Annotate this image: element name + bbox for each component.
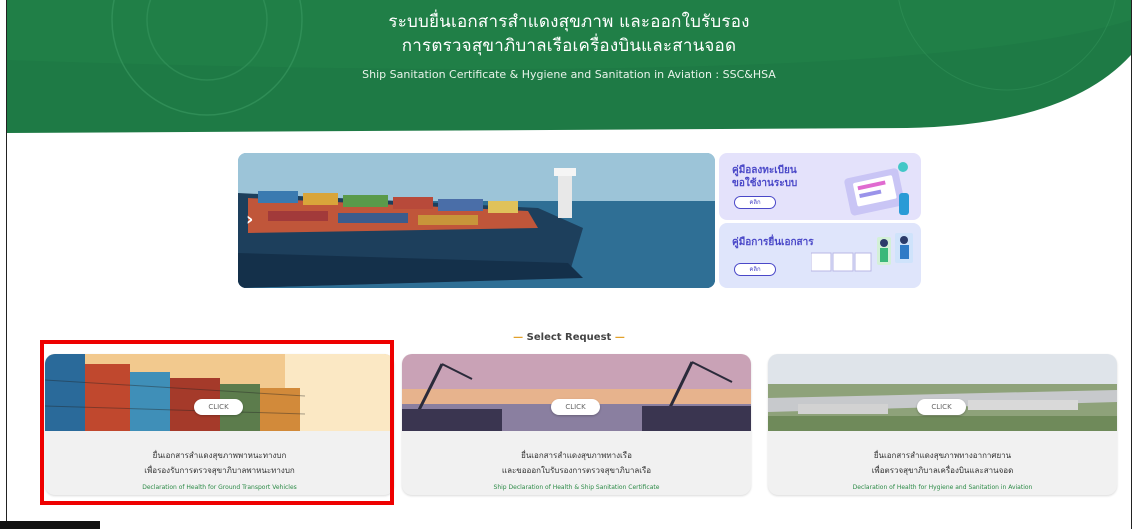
manual-registration-button[interactable]: คลิก <box>734 196 776 209</box>
manual-registration-title-line2: ขอใช้งานระบบ <box>732 178 798 189</box>
airport-image <box>768 354 1117 431</box>
ship-port-image <box>402 354 751 431</box>
heading-dash-left: — <box>513 332 524 343</box>
highlight-box <box>40 340 394 505</box>
manual-registration-title-line1: คู่มือลงทะเบียน <box>732 165 797 176</box>
documents-illustration-icon <box>811 233 913 272</box>
heading-dash-right: — <box>614 332 625 343</box>
manual-document-button[interactable]: คลิก <box>734 263 776 276</box>
card-ship-subtitle: Ship Declaration of Health & Ship Sanita… <box>493 484 660 491</box>
header-title-en: Ship Sanitation Certificate & Hygiene an… <box>362 68 776 81</box>
ship-banner-image[interactable]: › <box>238 153 715 288</box>
card-aviation-title-line1: ยื่นเอกสารสำแดงสุขภาพทางอากาศยาน <box>873 451 1012 460</box>
header-title-th-line2: การตรวจสุขาภิบาลเรือเครื่องบินและสานจอด <box>401 36 737 56</box>
clipboard-illustration-icon <box>844 162 909 216</box>
container-ship-image <box>238 153 715 288</box>
chevron-right-icon[interactable]: › <box>246 209 253 230</box>
card-ship-title-line2: และขอออกใบรับรองการตรวจสุขาภิบาลเรือ <box>501 466 652 475</box>
card-ship-title-line1: ยื่นเอกสารสำแดงสุขภาพทางเรือ <box>521 451 632 460</box>
header-title-th-line1: ระบบยื่นเอกสารสำแดงสุขภาพ และออกใบรับรอง <box>388 12 750 32</box>
click-button-aviation[interactable]: CLICK <box>917 399 966 415</box>
window-border-right <box>1131 0 1132 529</box>
taskbar-fragment <box>0 521 100 529</box>
request-card-aviation[interactable]: CLICK ยื่นเอกสารสำแดงสุขภาพทางอากาศยาน เ… <box>768 354 1117 495</box>
select-request-title: Select Request <box>526 332 612 343</box>
manual-document-card[interactable]: คู่มือการยื่นเอกสาร คลิก <box>719 223 921 288</box>
request-card-ship[interactable]: CLICK ยื่นเอกสารสำแดงสุขภาพทางเรือ และขอ… <box>402 354 751 495</box>
header-banner: ระบบยื่นเอกสารสำแดงสุขภาพ และออกใบรับรอง… <box>7 0 1131 133</box>
card-aviation-subtitle: Declaration of Health for Hygiene and Sa… <box>852 484 1033 491</box>
click-button-ship[interactable]: CLICK <box>551 399 600 415</box>
card-aviation-title-line2: เพื่อตรวจสุขาภิบาลเครื่องบินและสานจอด <box>871 466 1014 475</box>
manual-document-title: คู่มือการยื่นเอกสาร <box>732 237 814 248</box>
manual-registration-card[interactable]: คู่มือลงทะเบียน ขอใช้งานระบบ คลิก <box>719 153 921 220</box>
